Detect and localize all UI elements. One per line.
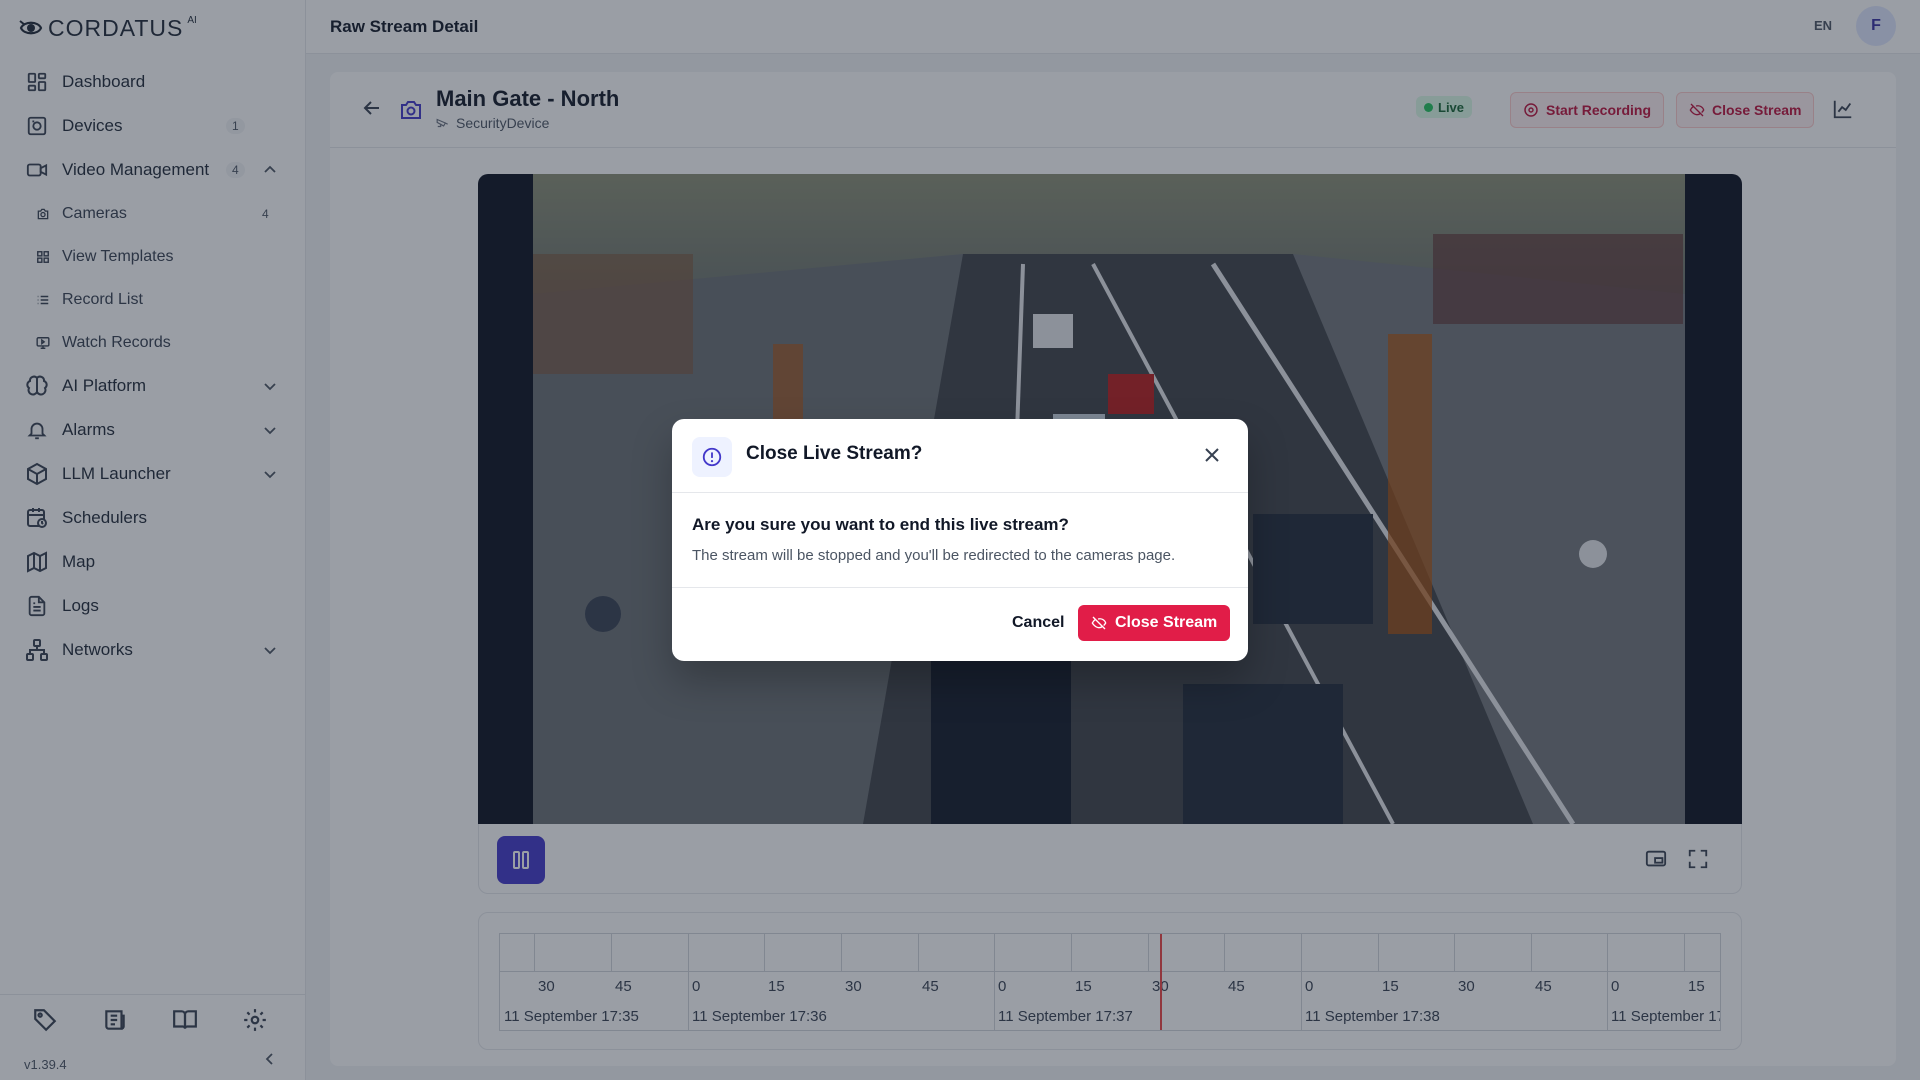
- close-icon[interactable]: [1202, 445, 1222, 465]
- dialog-description: The stream will be stopped and you'll be…: [692, 547, 1176, 564]
- dialog-question: Are you sure you want to end this live s…: [692, 515, 1069, 534]
- cancel-button[interactable]: Cancel: [1012, 614, 1064, 632]
- confirm-close-stream-label: Close Stream: [1115, 614, 1218, 631]
- eye-off-icon: [1091, 616, 1107, 630]
- dialog-footer: Cancel Close Stream: [672, 587, 1248, 661]
- dialog-header: Close Live Stream?: [672, 419, 1248, 493]
- alert-circle-icon: [692, 437, 732, 477]
- close-stream-dialog: Close Live Stream? Are you sure you want…: [672, 419, 1248, 661]
- confirm-close-stream-button[interactable]: Close Stream: [1078, 605, 1231, 641]
- dialog-title: Close Live Stream?: [746, 443, 923, 464]
